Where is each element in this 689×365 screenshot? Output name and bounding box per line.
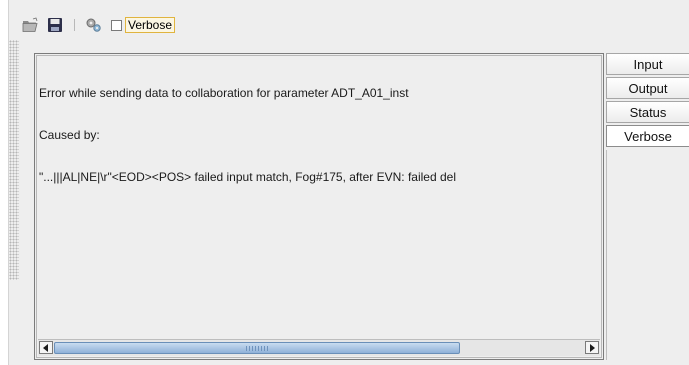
log-line: Caused by:	[39, 128, 100, 142]
side-tabs: Input Output Status Verbose	[606, 53, 689, 149]
verbose-checkbox-label[interactable]: Verbose	[125, 17, 176, 33]
resize-grip[interactable]	[9, 40, 19, 280]
toolbar-separator	[74, 19, 75, 31]
arrow-left-icon[interactable]	[39, 341, 53, 354]
toolbar: Verbose	[22, 12, 176, 38]
log-viewport[interactable]: Error while sending data to collaboratio…	[36, 55, 602, 358]
floppy-disk-icon[interactable]	[46, 16, 64, 34]
tabs-divider	[606, 150, 607, 360]
verbose-checkbox[interactable]	[111, 19, 122, 31]
tab-verbose[interactable]: Verbose	[606, 125, 689, 147]
log-panel: Error while sending data to collaboratio…	[34, 53, 604, 360]
verbose-toggle[interactable]: Verbose	[111, 17, 176, 33]
horizontal-scrollbar[interactable]	[38, 339, 600, 356]
tab-input[interactable]: Input	[606, 53, 689, 75]
log-text: Error while sending data to collaboratio…	[37, 58, 456, 212]
tab-status[interactable]: Status	[606, 101, 689, 123]
log-line: "...|||AL|NE|\r"<EOD><POS> failed input …	[39, 170, 456, 184]
scrollbar-thumb-grip	[246, 346, 268, 351]
folder-open-icon[interactable]	[22, 16, 40, 34]
scrollbar-thumb[interactable]	[54, 342, 460, 354]
arrow-right-icon[interactable]	[585, 341, 599, 354]
log-line: Error while sending data to collaboratio…	[39, 86, 409, 100]
tab-output[interactable]: Output	[606, 77, 689, 99]
gears-icon[interactable]	[85, 16, 103, 34]
